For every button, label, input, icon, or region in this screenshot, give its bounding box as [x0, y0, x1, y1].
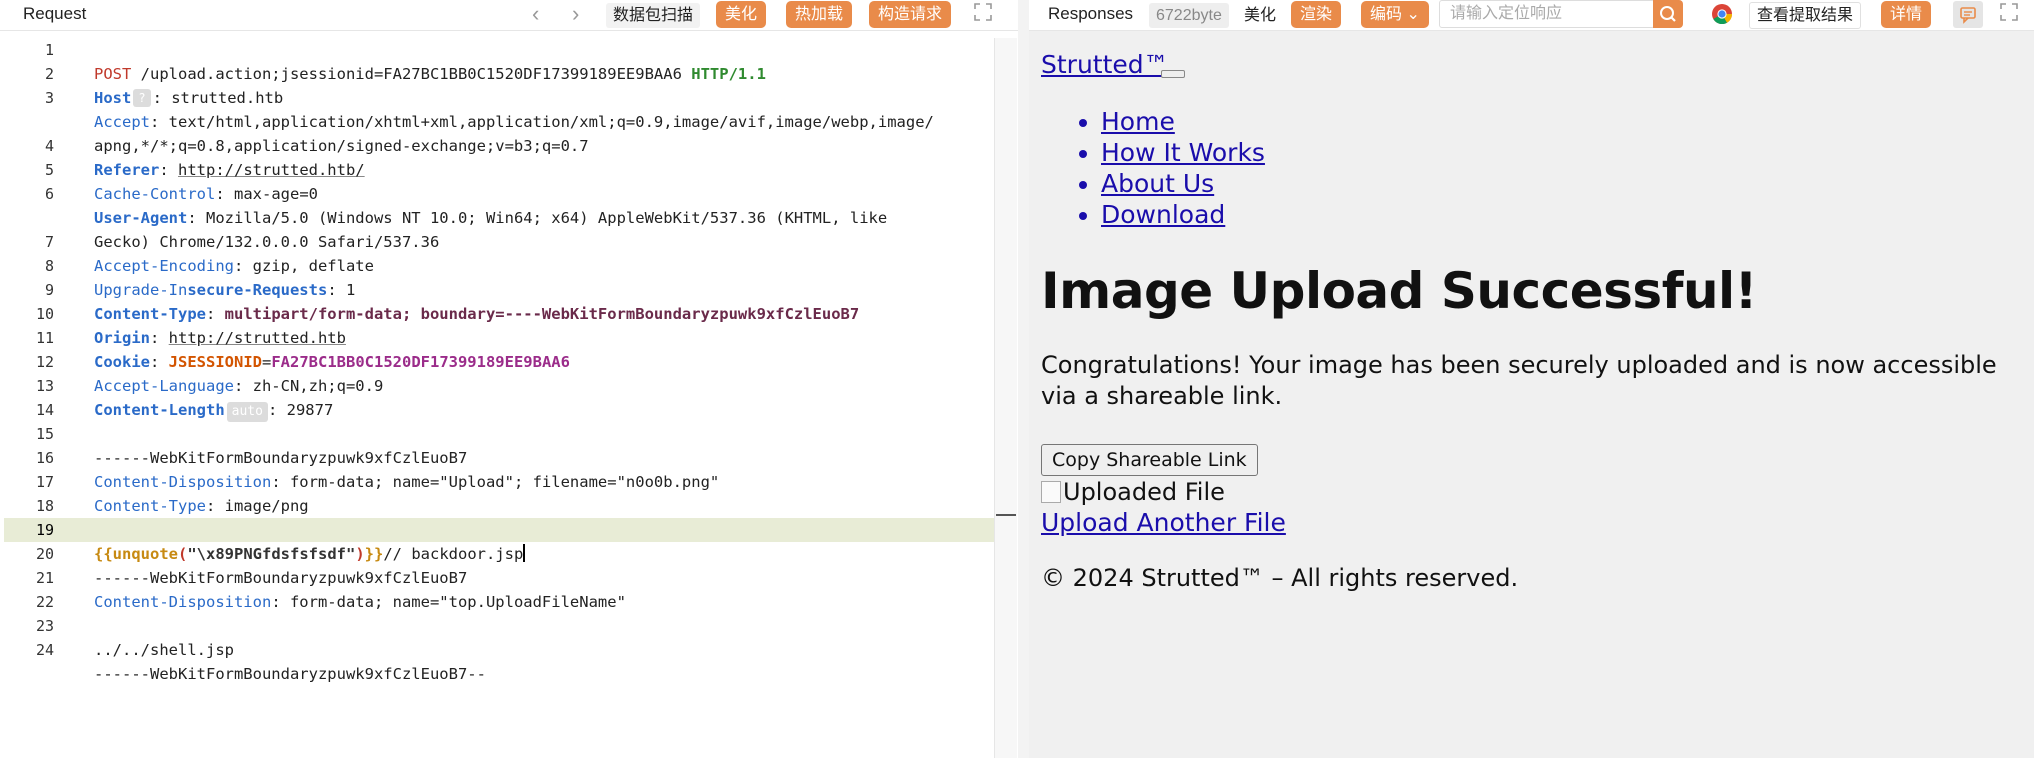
render-button[interactable]: 渲染 [1291, 1, 1342, 28]
response-beautify-button[interactable]: 美化 [1237, 3, 1284, 28]
line-number: 9 [44, 281, 54, 299]
nav-item: Download [1101, 199, 1265, 230]
rendered-response: Strutted™ Home How It Works About Us Dow… [1041, 38, 2031, 758]
uploaded-image: Uploaded File [1041, 478, 1225, 506]
code-line-24: ------WebKitFormBoundaryzpuwk9xfCzlEuoB7… [94, 665, 486, 683]
nav-link-how-it-works[interactable]: How It Works [1101, 138, 1265, 167]
encoding-dropdown[interactable]: 编码 ⌄ [1361, 1, 1429, 28]
line-number: 11 [35, 329, 54, 347]
line-number: 16 [35, 449, 54, 467]
request-pane: Request ‹ › 数据包扫描 美化 热加载 构造请求 1 POST /up… [0, 0, 1018, 758]
comment-button[interactable] [1953, 1, 1983, 28]
line-number: 7 [44, 233, 54, 251]
line-number: 19 [35, 521, 54, 539]
navbar-toggle-button[interactable] [1161, 70, 1185, 78]
brand-link[interactable]: Strutted™ [1041, 50, 1169, 79]
encoding-label: 编码 [1370, 6, 1403, 23]
comment-icon [1960, 7, 1976, 24]
line-number: 4 [44, 137, 54, 155]
nav-link-about-us[interactable]: About Us [1101, 169, 1214, 198]
success-message: Congratulations! Your image has been sec… [1041, 351, 1997, 410]
locate-response-input[interactable]: 请输入定位响应 [1439, 0, 1655, 28]
request-scrollbar[interactable] [994, 38, 1017, 758]
forward-arrow-icon[interactable]: › [572, 3, 579, 25]
responses-header: Responses 6722byte 美化 渲染 编码 ⌄ 请输入定位响应 查看… [1029, 0, 2034, 31]
line-number: 8 [44, 257, 54, 275]
line-number: 15 [35, 425, 54, 443]
build-request-button[interactable]: 构造请求 [869, 1, 952, 28]
line-number: 12 [35, 353, 54, 371]
line-number: 17 [35, 473, 54, 491]
image-alt-text: Uploaded File [1063, 478, 1225, 506]
broken-image-icon [1041, 481, 1061, 503]
hot-reload-button[interactable]: 热加载 [786, 1, 853, 28]
nav-item: Home [1101, 106, 1265, 137]
responses-pane: Responses 6722byte 美化 渲染 编码 ⌄ 请输入定位响应 查看… [1029, 0, 2034, 758]
search-icon [1660, 6, 1676, 22]
scrollbar-marker [996, 514, 1016, 516]
nav-item: How It Works [1101, 137, 1265, 168]
nav-item: About Us [1101, 168, 1265, 199]
back-arrow-icon[interactable]: ‹ [532, 3, 539, 25]
nav-link-home[interactable]: Home [1101, 107, 1175, 136]
line-number: 18 [35, 497, 54, 515]
line-number: 5 [44, 161, 54, 179]
request-editor[interactable]: 1 POST /upload.action;jsessionid=FA27BC1… [4, 38, 1016, 758]
line-number: 10 [35, 305, 54, 323]
packet-scan-button[interactable]: 数据包扫描 [606, 3, 701, 28]
view-extract-results-button[interactable]: 查看提取结果 [1749, 2, 1862, 29]
page-footer: © 2024 Strutted™ – All rights reserved. [1041, 564, 1519, 592]
page-heading: Image Upload Successful! [1041, 262, 1757, 320]
site-nav: Home How It Works About Us Download [1041, 106, 1265, 230]
line-number: 22 [35, 593, 54, 611]
active-line: 19 {{unquote("\x89PNGfdsfsfsdf")}}// bac… [4, 518, 1016, 563]
details-button[interactable]: 详情 [1881, 1, 1932, 28]
expand-icon[interactable] [1998, 3, 2020, 25]
line-number: 20 [35, 545, 54, 563]
line-number: 21 [35, 569, 54, 587]
line-number: 24 [35, 641, 54, 659]
line-number: 3 [44, 89, 54, 107]
response-size: 6722byte [1149, 3, 1229, 28]
request-title: Request [23, 4, 87, 23]
beautify-button[interactable]: 美化 [716, 1, 767, 28]
search-button[interactable] [1653, 0, 1683, 28]
line-number: 1 [44, 41, 54, 59]
expand-icon[interactable] [972, 3, 994, 25]
chrome-icon[interactable] [1711, 3, 1733, 25]
line-number: 13 [35, 377, 54, 395]
nav-link-download[interactable]: Download [1101, 200, 1225, 229]
upload-another-link[interactable]: Upload Another File [1041, 508, 1286, 537]
request-header: Request ‹ › 数据包扫描 美化 热加载 构造请求 [0, 0, 1018, 31]
line-number: 14 [35, 401, 54, 419]
copy-shareable-link-button[interactable]: Copy Shareable Link [1041, 444, 1258, 476]
line-number: 2 [44, 65, 54, 83]
responses-title: Responses [1048, 4, 1134, 23]
line-number: 23 [35, 617, 54, 635]
chevron-down-icon: ⌄ [1406, 6, 1420, 23]
line-number: 6 [44, 185, 54, 203]
